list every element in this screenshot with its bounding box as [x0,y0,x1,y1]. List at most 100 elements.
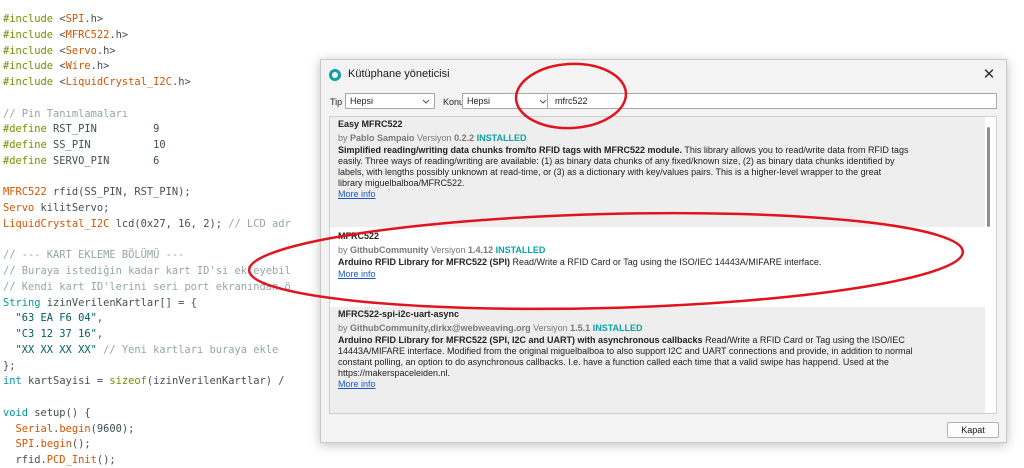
code-token: .h> [109,28,129,41]
tip-label: Tip [330,97,343,107]
code-token: PCD_Init [46,454,97,466]
code-token: .h> [96,44,116,57]
library-version: 1.4.12 [468,245,494,255]
code-token: #include [3,13,60,25]
code-token: LiquidCrystal_I2C [65,76,172,88]
library-item-mfrc522[interactable]: MFRC522 by GithubCommunity Versiyon 1.4.… [330,231,985,301]
code-token: #include [3,76,60,88]
code-token: SS_PIN 10 [53,139,166,151]
library-meta: by Pablo Sampaio Versiyon 0.2.2 INSTALLE… [338,133,526,143]
code-token: SPI [65,13,85,25]
code-token: (); [96,454,116,466]
library-version: 1.5.1 [570,323,591,333]
code-line: #include <MFRC522.h> [3,27,128,43]
code-token: (); [71,438,91,451]
library-item-easy-mfrc522[interactable]: Easy MFRC522 by Pablo Sampaio Versiyon 0… [330,117,985,227]
library-author: GithubCommunity,dirkx@webweaving.org [350,323,531,333]
installed-badge: INSTALLED [495,245,546,255]
code-token: LiquidCrystal_I2C [3,217,110,230]
by-prefix: by [338,133,351,143]
code-token: rfid(SS_PIN, RST_PIN); [46,186,191,199]
dialog-title: Kütüphane yöneticisi [348,68,450,80]
code-line: "C3 12 37 16", [3,326,104,342]
library-name: MFRC522 [338,231,380,241]
code-token: #include [3,44,60,57]
by-prefix: by [338,245,351,255]
library-meta: by GithubCommunity,dirkx@webweaving.org … [338,323,643,333]
code-token: Serial [15,422,54,435]
code-line: #include <Wire.h> [3,58,109,74]
close-button[interactable]: Kapat [947,422,999,438]
installed-badge: INSTALLED [592,323,643,333]
code-token: "XX XX XX XX" [15,343,97,356]
code-token: .h> [90,60,110,73]
code-token: .h> [171,76,191,88]
library-manager-dialog: Kütüphane yöneticisi ✕ Tip Hepsi Konu He… [320,59,1007,443]
search-input[interactable]: mfrc522 [547,93,997,109]
code-token: int [3,375,22,388]
code-line: #define RST_PIN 9 [3,121,159,137]
description-text: labels, with lengths possibly unknown at… [338,167,882,177]
code-token: }; [3,359,16,372]
code-line: // --- KART EKLEME BÖLÜMÜ --- [3,247,184,263]
code-token: "63 EA F6 04" [15,312,97,325]
code-line: MFRC522 rfid(SS_PIN, RST_PIN); [3,184,191,200]
library-description: Simplified reading/writing data chunks f… [338,145,973,189]
filter-bar: Tip Hepsi Konu Hepsi mfrc522 [321,93,1006,113]
code-line: int kartSayisi = sizeof(izinVerilenKartl… [3,373,285,389]
library-meta: by GithubCommunity Versiyon 1.4.12 INSTA… [338,245,545,255]
code-token: // Yeni kartları buraya ekle [103,343,279,356]
library-description: Arduino RFID Library for MFRC522 (SPI) R… [338,257,973,268]
code-token: , [96,312,104,325]
code-line: rfid.PCD_Init(); [3,452,116,468]
version-label: Versiyon [414,133,455,143]
code-token: lcd(0x27, 16, 2); [109,217,229,230]
code-line: Servo kilitServo; [3,200,109,216]
code-token: RST_PIN 9 [53,123,160,136]
tip-select-value: Hepsi [350,96,374,106]
code-token: (9600); [90,422,135,435]
close-icon[interactable]: ✕ [978,64,1000,86]
installed-badge: INSTALLED [476,133,527,143]
code-token: // Buraya istediğin kadar kart ID'si ekl… [3,265,291,277]
code-line: // Kendi kart ID'lerini seri port ekranı… [3,279,291,295]
description-text: Read/Write a RFID Card or Tag using the … [510,257,822,267]
code-line: "XX XX XX XX" // Yeni kartları buraya ek… [3,342,279,358]
library-item-mfrc522-async[interactable]: MFRC522-spi-i2c-uart-async by GithubComm… [330,307,985,413]
more-info-link[interactable]: More info [338,379,376,389]
description-title: Arduino RFID Library for MFRC522 (SPI) [338,257,511,267]
code-line: Serial.begin(9600); [3,421,135,437]
code-line: LiquidCrystal_I2C lcd(0x27, 16, 2); // L… [3,216,291,232]
code-token: , [96,328,104,340]
description-text: https://makerspaceleiden.nl. [338,368,451,378]
code-token: kartSayisi = [21,375,110,388]
code-token: // LCD adr [228,217,291,230]
library-name: Easy MFRC522 [338,119,403,129]
konu-select[interactable]: Hepsi [462,93,552,109]
search-input-value: mfrc522 [555,96,588,106]
code-token: #include [3,60,60,73]
code-token: SERVO_PIN 6 [53,154,160,167]
konu-select-value: Hepsi [467,96,491,106]
library-list[interactable]: Easy MFRC522 by Pablo Sampaio Versiyon 0… [329,116,997,414]
more-info-link[interactable]: More info [338,189,376,199]
code-token: void [3,406,29,419]
version-label: Versiyon [530,323,571,333]
list-scrollbar[interactable] [987,127,990,227]
code-token: // Kendi kart ID'lerini seri port ekranı… [3,280,291,293]
code-line: String izinVerilenKartlar[] = { [3,295,197,311]
code-line: #include <LiquidCrystal_I2C.h> [3,74,191,90]
code-token: #define [3,154,54,167]
konu-label: Konu [443,97,465,107]
code-token: Servo [3,202,35,214]
tip-select[interactable]: Hepsi [345,93,435,109]
code-token: String [3,296,41,309]
code-line: void setup() { [3,405,91,421]
description-text: 14443A/MIFARE interface. Modified from t… [338,346,913,356]
code-token: // --- KART EKLEME BÖLÜMÜ --- [3,249,185,262]
more-info-link[interactable]: More info [338,269,376,279]
version-label: Versiyon [428,245,469,255]
code-token: SPI [15,438,35,451]
